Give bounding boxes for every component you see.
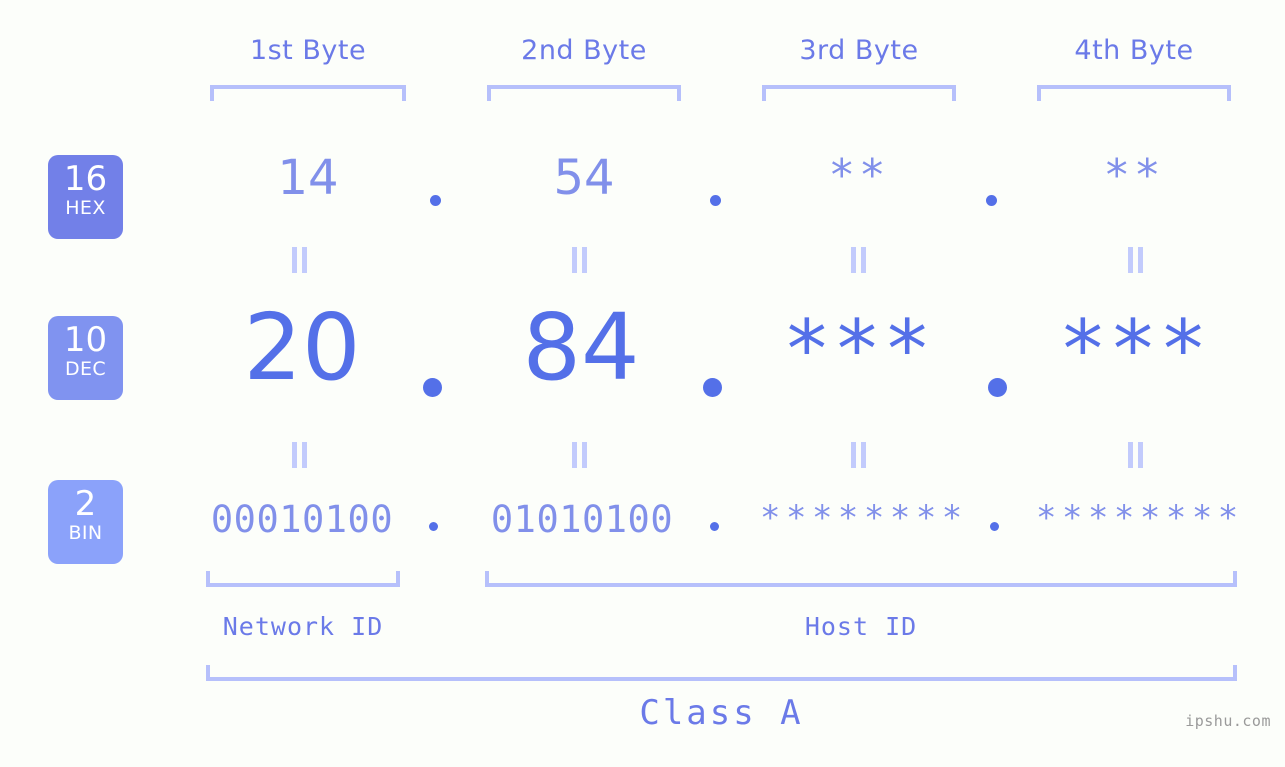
bin-byte-2: 01010100	[490, 498, 674, 541]
hex-separator-dot-3	[986, 195, 997, 206]
equals-sign-hex-dec-4	[1128, 247, 1144, 273]
equals-sign-hex-dec-2	[572, 247, 588, 273]
dec-byte-3: ***	[782, 303, 934, 396]
byte-bracket-2	[487, 85, 681, 101]
network-id-bracket	[206, 571, 400, 587]
hex-byte-3: **	[828, 150, 890, 201]
base-badge-dec-name: DEC	[64, 358, 107, 380]
base-badge-bin-name: BIN	[68, 522, 103, 544]
ip-address-breakdown-diagram: 1st Byte 2nd Byte 3rd Byte 4th Byte 16 H…	[0, 0, 1285, 767]
host-id-bracket	[485, 571, 1237, 587]
network-id-label: Network ID	[222, 612, 384, 641]
byte-bracket-3	[762, 85, 956, 101]
equals-sign-dec-bin-3	[851, 442, 867, 468]
base-badge-dec-number: 10	[63, 320, 108, 360]
class-label: Class A	[639, 693, 804, 733]
dec-separator-dot-1	[423, 378, 442, 397]
hex-byte-2: 54	[553, 150, 615, 206]
base-badge-hex-number: 16	[63, 159, 108, 199]
base-badge-bin: 2 BIN	[48, 480, 123, 564]
bin-separator-dot-2	[710, 522, 719, 531]
dec-byte-2: 84	[522, 294, 640, 401]
equals-sign-dec-bin-2	[572, 442, 588, 468]
byte-header-2: 2nd Byte	[521, 35, 647, 66]
base-badge-hex: 16 HEX	[48, 155, 123, 239]
dec-byte-4: ***	[1058, 303, 1210, 396]
bin-separator-dot-3	[990, 522, 999, 531]
class-bracket	[206, 665, 1237, 681]
dec-separator-dot-3	[988, 378, 1007, 397]
bin-separator-dot-1	[429, 522, 438, 531]
byte-header-4: 4th Byte	[1074, 35, 1194, 66]
equals-sign-dec-bin-4	[1128, 442, 1144, 468]
base-badge-bin-number: 2	[74, 484, 97, 524]
hex-separator-dot-2	[710, 195, 721, 206]
base-badge-dec: 10 DEC	[48, 316, 123, 400]
bin-byte-3: ********	[760, 498, 968, 538]
host-id-label: Host ID	[804, 612, 918, 641]
hex-byte-4: **	[1103, 150, 1165, 201]
base-badge-hex-name: HEX	[65, 197, 106, 219]
byte-header-3: 3rd Byte	[799, 35, 919, 66]
equals-sign-hex-dec-1	[292, 247, 308, 273]
site-watermark: ipshu.com	[1185, 712, 1271, 730]
hex-byte-1: 14	[277, 150, 339, 206]
equals-sign-dec-bin-1	[292, 442, 308, 468]
equals-sign-hex-dec-3	[851, 247, 867, 273]
bin-byte-1: 00010100	[210, 498, 394, 541]
byte-bracket-4	[1037, 85, 1231, 101]
dec-byte-1: 20	[243, 294, 361, 401]
dec-separator-dot-2	[703, 378, 722, 397]
byte-header-1: 1st Byte	[249, 35, 367, 66]
byte-bracket-1	[210, 85, 406, 101]
bin-byte-4: ********	[1036, 498, 1244, 538]
hex-separator-dot-1	[430, 195, 441, 206]
